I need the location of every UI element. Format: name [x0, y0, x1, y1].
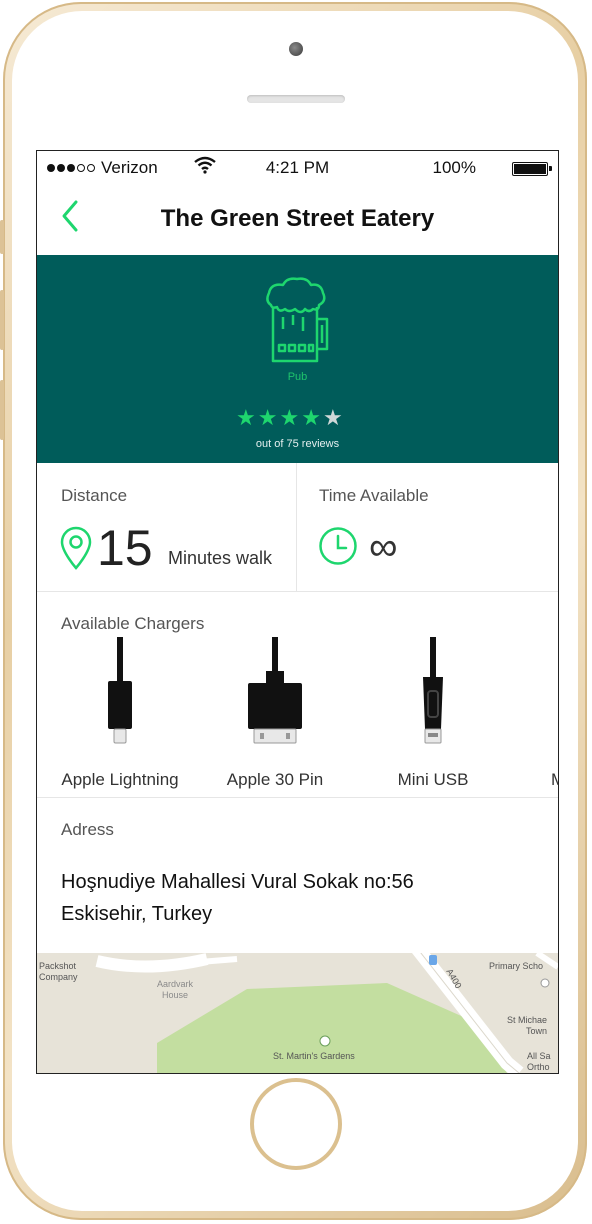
map-view[interactable]: Packshot Company Aardvark House A400 Pri…: [37, 953, 558, 1073]
chargers-label: Available Chargers: [61, 614, 205, 633]
map-label-st-michael: St Michae Town: [507, 1015, 548, 1036]
charger-item[interactable]: Apple Lightning: [45, 637, 195, 789]
charger-item[interactable]: Mini USB: [358, 637, 508, 789]
star-icon: ★: [257, 405, 278, 430]
reviews-count: out of 75 reviews: [255, 438, 340, 450]
volume-down-button: [0, 380, 4, 440]
charger-name: Apple 30 Pin: [226, 770, 324, 789]
lightning-cable-icon: [108, 637, 132, 744]
charger-name: Apple Lightning: [61, 770, 179, 789]
address-line-2: Eskisehir, Turkey: [61, 903, 213, 925]
address-section: Adress Hoşnudiye Mahallesi Vural Sokak n…: [37, 797, 558, 953]
map-label-all-saints: All Sa Ortho: [527, 1051, 551, 1072]
info-row: Distance 15 Minutes walk Time Available …: [37, 463, 558, 592]
time-available-label: Time Available: [319, 486, 429, 505]
page-title: The Green Street Eatery: [160, 205, 435, 232]
star-empty-icon: ★: [322, 405, 343, 430]
clock-icon: [319, 527, 357, 565]
time-available-value: ∞: [369, 525, 398, 569]
charger-item[interactable]: Apple 30 Pin: [200, 637, 350, 789]
app-screen: Verizon 4:21 PM 100% The Green Street Ea…: [36, 150, 559, 1074]
status-bar: Verizon 4:21 PM 100%: [37, 151, 558, 185]
distance-unit: Minutes walk: [168, 548, 273, 568]
chargers-section: Available Chargers Apple Lightning Apple…: [37, 591, 558, 798]
battery-percent: 100%: [432, 158, 476, 177]
address-line-1: Hoşnudiye Mahallesi Vural Sokak no:56: [61, 871, 414, 893]
venue-header: Pub ★ ★ ★ ★ ★ out of 75 reviews: [37, 255, 558, 463]
30-pin-cable-icon: [248, 637, 302, 744]
clock-time: 4:21 PM: [265, 158, 330, 177]
distance-label: Distance: [61, 486, 128, 505]
distance-value: 15: [97, 520, 153, 576]
mute-switch: [0, 220, 4, 254]
star-icon: ★: [236, 405, 256, 430]
star-icon: ★: [279, 405, 300, 430]
venue-category: Pub: [287, 371, 308, 383]
charger-name-partial: M: [551, 770, 558, 790]
front-camera: [289, 42, 303, 56]
mini-usb-cable-icon: [423, 637, 443, 744]
earpiece-speaker: [247, 95, 345, 103]
divider: [296, 463, 297, 591]
address-label: Adress: [61, 820, 114, 839]
location-pin-icon: [60, 526, 92, 570]
volume-up-button: [0, 290, 4, 350]
map-label-primary-school: Primary Scho: [489, 961, 544, 971]
home-button[interactable]: [250, 1078, 342, 1170]
rating-stars: ★ ★ ★ ★ ★: [236, 407, 343, 429]
battery-icon: [512, 162, 552, 176]
map-label-gardens: St. Martin's Gardens: [273, 1051, 355, 1061]
charger-name: Mini USB: [397, 770, 469, 789]
map-label-packshot: Packshot Company: [39, 961, 78, 982]
star-icon: ★: [301, 405, 321, 430]
nav-bar: The Green Street Eatery: [37, 185, 558, 255]
map-label-aardvark: Aardvark House: [157, 979, 194, 1000]
beer-mug-icon: [266, 277, 329, 363]
